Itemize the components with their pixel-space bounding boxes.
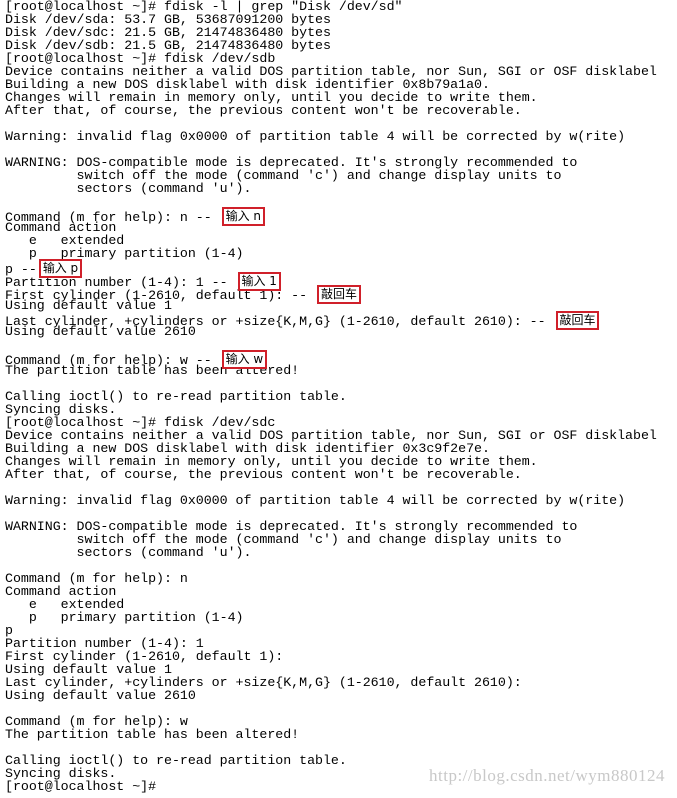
annotation-box: 输入 w (221, 350, 268, 369)
terminal-line: p primary partition (1-4) (5, 611, 657, 624)
terminal-line-text: Warning: invalid flag 0x0000 of partitio… (5, 493, 626, 508)
terminal-line-text: Using default value 2610 (5, 324, 196, 339)
terminal-output: [root@localhost ~]# fdisk -l | grep "Dis… (5, 0, 657, 793)
terminal-line-text: p primary partition (1-4) (5, 610, 244, 625)
terminal-line: p primary partition (1-4) (5, 247, 657, 260)
annotation-box: 输入 p (38, 259, 83, 278)
terminal-line: Using default value 2610 (5, 689, 657, 702)
annotation-box: 输入 1 (237, 272, 281, 291)
terminal-line-text: Using default value 1 (5, 298, 172, 313)
terminal-line: The partition table has been altered! (5, 364, 657, 377)
annotation-box: 敲回车 (317, 285, 361, 304)
terminal-line: p -- 输入 p (5, 259, 657, 278)
terminal-line: The partition table has been altered! (5, 728, 657, 741)
terminal-line: Warning: invalid flag 0x0000 of partitio… (5, 130, 657, 143)
terminal-line-text: The partition table has been altered! (5, 727, 300, 742)
terminal-line-text: Using default value 2610 (5, 688, 196, 703)
terminal-line-text: [root@localhost ~]# (5, 779, 157, 794)
terminal-line: sectors (command 'u'). (5, 546, 657, 559)
terminal-line: After that, of course, the previous cont… (5, 104, 657, 117)
terminal-line-text: Warning: invalid flag 0x0000 of partitio… (5, 129, 626, 144)
terminal-line-text: After that, of course, the previous cont… (5, 467, 522, 482)
terminal-line: sectors (command 'u'). (5, 182, 657, 195)
terminal-line-text: sectors (command 'u'). (5, 181, 252, 196)
annotation-box: 敲回车 (555, 311, 600, 330)
annotation-box: 输入 n (221, 207, 265, 226)
watermark: http://blog.csdn.net/wym880124 (429, 766, 665, 785)
terminal-line-text: After that, of course, the previous cont… (5, 103, 522, 118)
terminal-line: After that, of course, the previous cont… (5, 468, 657, 481)
terminal-line: Warning: invalid flag 0x0000 of partitio… (5, 494, 657, 507)
terminal-line-text: sectors (command 'u'). (5, 545, 252, 560)
